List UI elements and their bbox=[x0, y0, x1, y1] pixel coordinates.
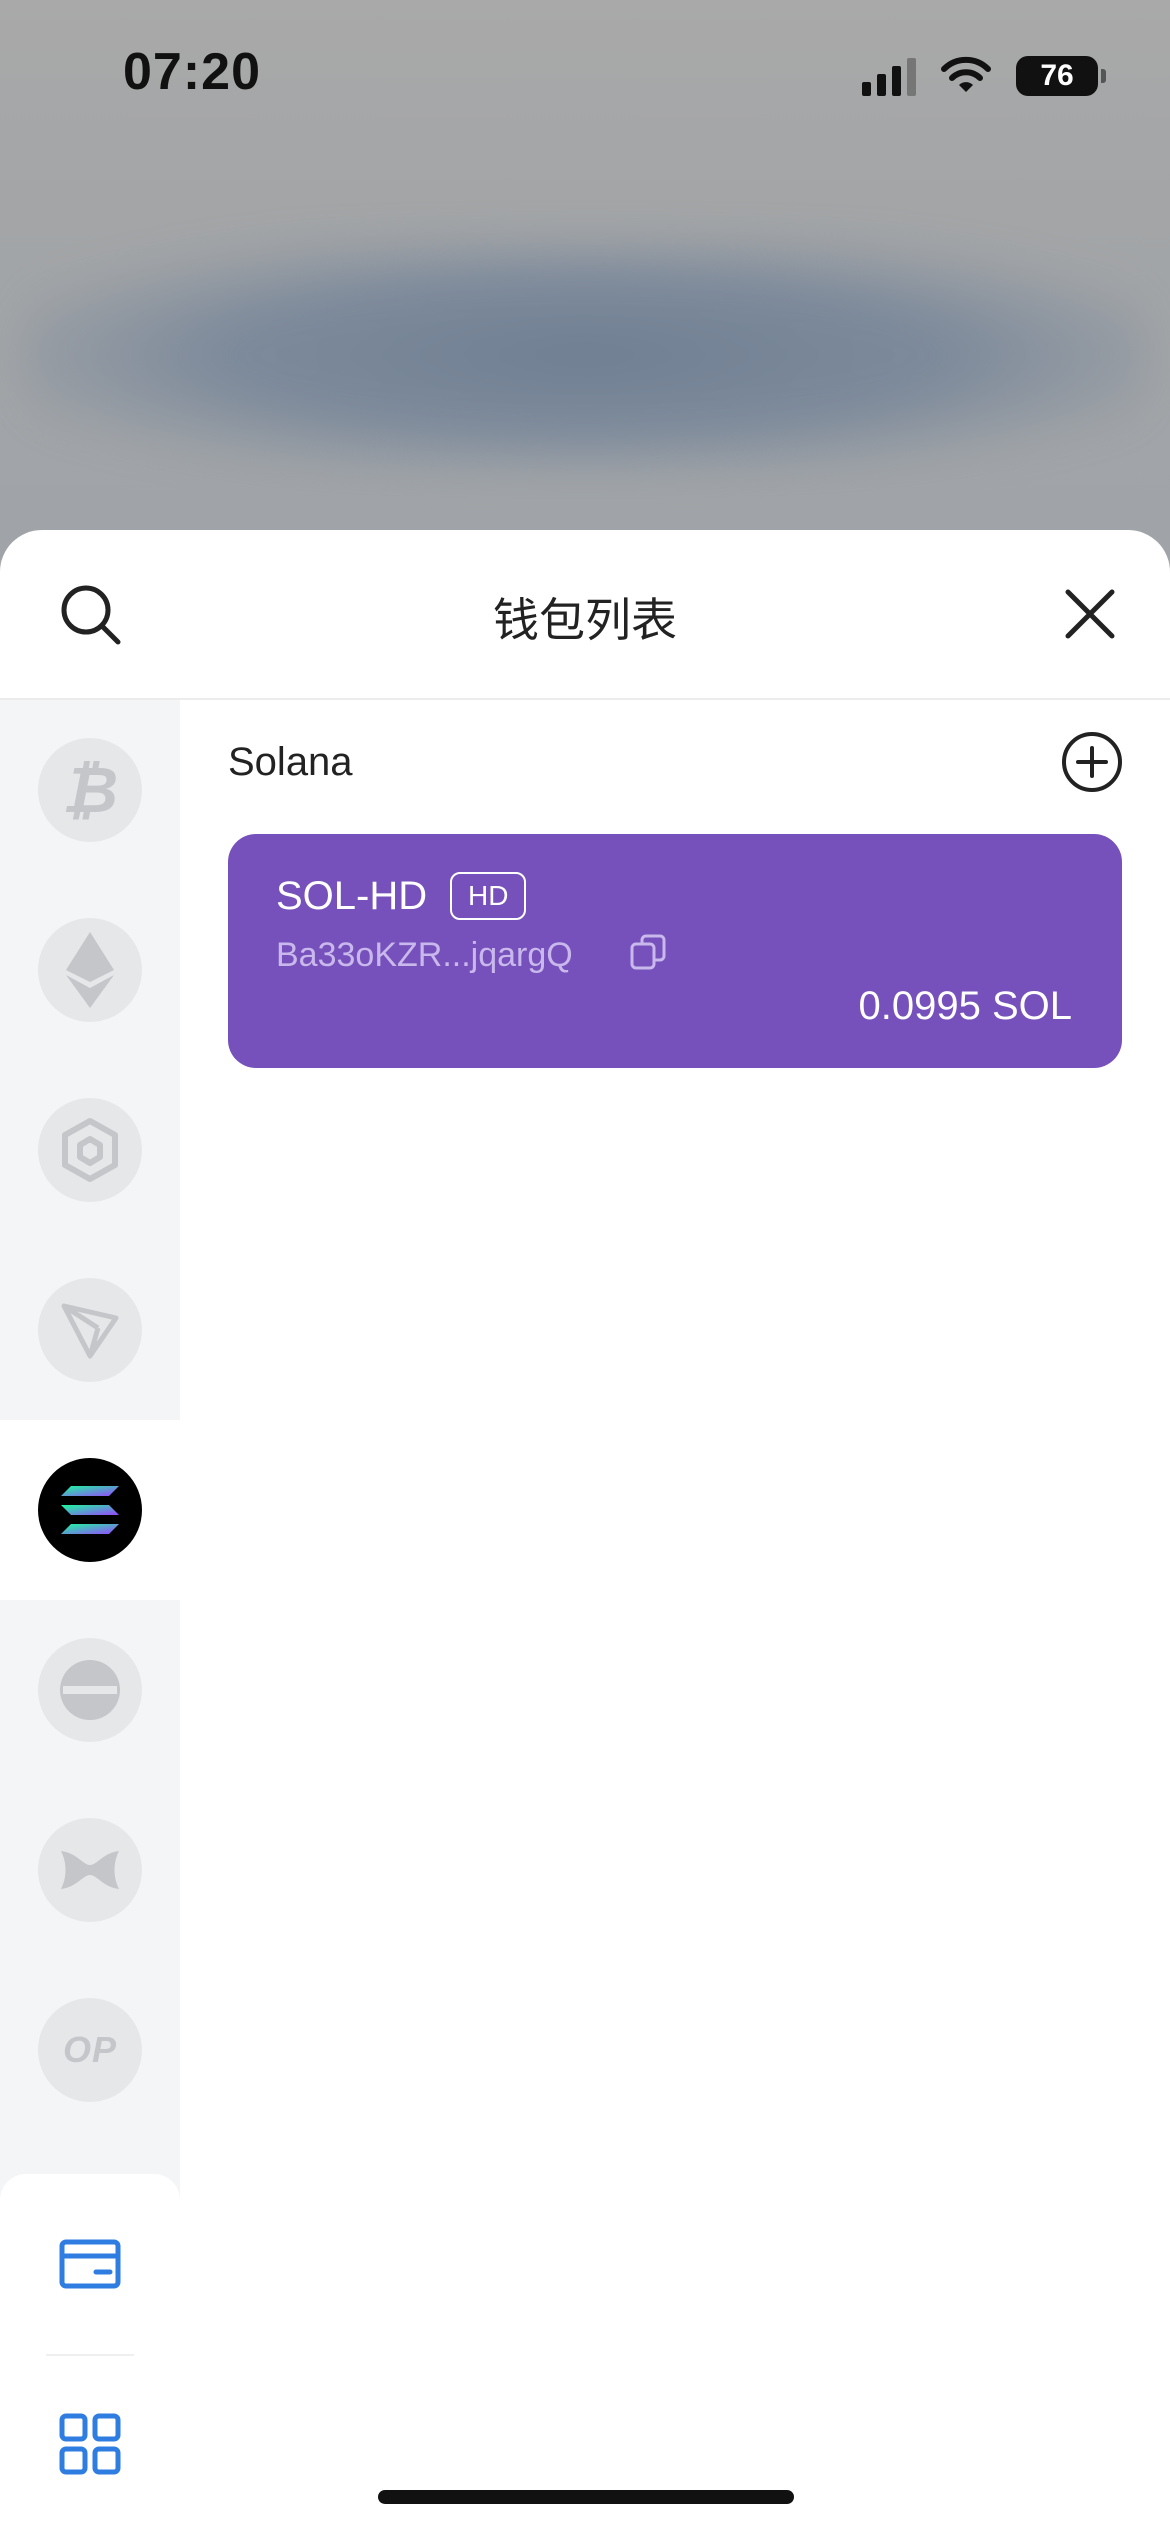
blurred-content bbox=[20, 240, 1150, 470]
sheet-header: 钱包列表 bbox=[0, 530, 1170, 700]
bnb-chain-icon bbox=[38, 1098, 142, 1202]
chain-item-solana[interactable] bbox=[0, 1420, 180, 1600]
status-time: 07:20 bbox=[123, 43, 261, 101]
section-title: Solana bbox=[228, 740, 353, 784]
close-icon[interactable] bbox=[1060, 584, 1120, 644]
wave-chain-icon bbox=[38, 1818, 142, 1922]
chain-item-ethereum[interactable] bbox=[0, 880, 180, 1060]
rail-divider bbox=[46, 2354, 134, 2356]
wallet-card[interactable]: SOL-HD HD Ba33oKZR...jqargQ 0.0995 SOL bbox=[228, 834, 1122, 1068]
solana-icon bbox=[38, 1458, 142, 1562]
wallet-balance: 0.0995 SOL bbox=[858, 984, 1073, 1028]
chain-item-other[interactable] bbox=[0, 1780, 180, 1960]
bitcoin-icon: ₿ bbox=[38, 738, 142, 842]
tron-icon bbox=[38, 1278, 142, 1382]
wallet-address: Ba33oKZR...jqargQ bbox=[276, 936, 573, 974]
optimism-icon: OP bbox=[38, 1998, 142, 2102]
wifi-icon bbox=[941, 56, 991, 92]
chain-item-ethereum-classic[interactable] bbox=[0, 1600, 180, 1780]
chain-item-tron[interactable] bbox=[0, 1240, 180, 1420]
wallet-list-sheet: 钱包列表 ₿ OP Solana SOL-HD HD Ba33oKZR...jq… bbox=[0, 530, 1170, 2532]
minus-circle-chain-icon bbox=[38, 1638, 142, 1742]
wallet-card-icon[interactable] bbox=[58, 2232, 122, 2296]
chain-item-bnb[interactable] bbox=[0, 1060, 180, 1240]
battery-icon: 76 bbox=[1016, 56, 1106, 96]
home-indicator bbox=[378, 2490, 794, 2504]
chain-item-optimism[interactable]: OP bbox=[0, 1960, 180, 2140]
cellular-signal-icon bbox=[862, 56, 916, 96]
page-title: 钱包列表 bbox=[493, 594, 677, 646]
chain-item-bitcoin[interactable]: ₿ bbox=[0, 700, 180, 880]
add-wallet-icon[interactable] bbox=[1060, 730, 1124, 794]
hd-badge: HD bbox=[450, 872, 527, 920]
rail-bottom-panel bbox=[0, 2174, 180, 2532]
status-icons: 76 bbox=[862, 50, 1106, 102]
grid-apps-icon[interactable] bbox=[58, 2412, 122, 2476]
copy-icon[interactable] bbox=[628, 932, 668, 972]
ethereum-icon bbox=[38, 918, 142, 1022]
wallet-name: SOL-HD bbox=[276, 874, 428, 918]
